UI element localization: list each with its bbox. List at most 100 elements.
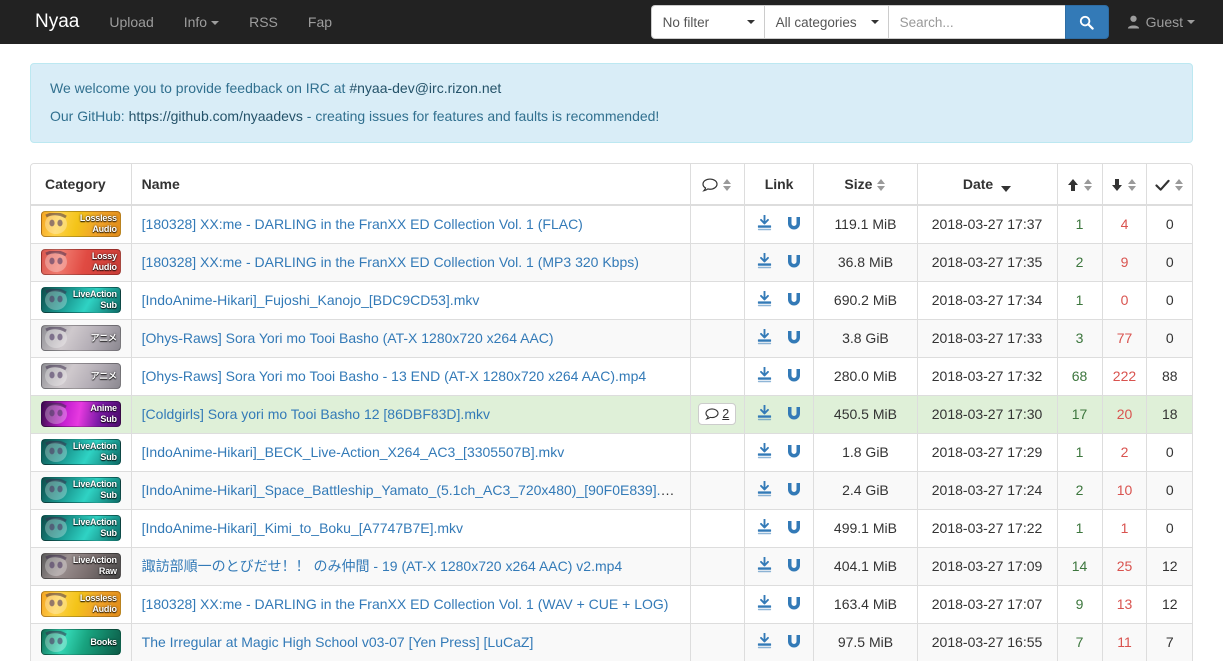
search-input[interactable]: [888, 5, 1065, 39]
cell-completed: 0: [1147, 433, 1192, 471]
download-torrent-link[interactable]: [756, 481, 773, 497]
magnet-link[interactable]: [786, 481, 802, 497]
github-link[interactable]: https://github.com/nyaadevs: [129, 108, 303, 124]
category-liveaction-sub[interactable]: LiveActionSub: [41, 515, 121, 541]
download-torrent-link[interactable]: [756, 519, 773, 535]
category-books[interactable]: Books: [41, 629, 121, 655]
table-row[interactable]: アニメ [Ohys-Raws] Sora Yori mo Tooi Basho (…: [31, 319, 1192, 357]
nav-upload[interactable]: Upload: [94, 0, 168, 44]
nav-fap[interactable]: Fap: [293, 0, 347, 44]
header-date[interactable]: Date: [917, 164, 1057, 205]
torrent-title-link[interactable]: [180328] XX:me - DARLING in the FranXX E…: [142, 254, 639, 270]
torrent-title-link[interactable]: [Coldgirls] Sora yori mo Tooi Basho 12 […: [142, 406, 490, 422]
cell-category[interactable]: アニメ: [31, 319, 131, 357]
search-form: No filter All categories: [651, 5, 1109, 39]
header-completed[interactable]: [1147, 164, 1192, 205]
magnet-link[interactable]: [786, 405, 802, 421]
torrent-title-link[interactable]: [IndoAnime-Hikari]_Fujoshi_Kanojo_[BDC9C…: [142, 292, 480, 308]
download-torrent-link[interactable]: [756, 291, 773, 307]
cell-category[interactable]: LiveActionSub: [31, 281, 131, 319]
irc-link[interactable]: #nyaa-dev@irc.rizon.net: [349, 80, 501, 96]
table-row[interactable]: LiveActionSub [IndoAnime-Hikari]_Kimi_to_…: [31, 509, 1192, 547]
cell-category[interactable]: LiveActionSub: [31, 509, 131, 547]
table-row[interactable]: LiveActionSub [IndoAnime-Hikari]_BECK_Liv…: [31, 433, 1192, 471]
torrent-title-link[interactable]: The Irregular at Magic High School v03-0…: [142, 634, 534, 650]
download-torrent-link[interactable]: [756, 633, 773, 649]
torrent-title-link[interactable]: [IndoAnime-Hikari]_BECK_Live-Action_X264…: [142, 444, 565, 460]
header-seeders[interactable]: [1057, 164, 1102, 205]
header-size[interactable]: Size: [814, 164, 917, 205]
cell-category[interactable]: LossyAudio: [31, 243, 131, 281]
header-name[interactable]: Name: [131, 164, 690, 205]
download-torrent-link[interactable]: [756, 215, 773, 231]
category-liveaction-raw[interactable]: LiveActionRaw: [41, 553, 121, 579]
magnet-icon: [786, 291, 802, 307]
comment-count-badge[interactable]: 2: [698, 403, 736, 425]
magnet-link[interactable]: [786, 519, 802, 535]
cell-category[interactable]: LosslessAudio: [31, 585, 131, 623]
cell-size: 3.8 GiB: [814, 319, 917, 357]
cell-comments: [690, 205, 744, 243]
category-anime-raw[interactable]: アニメ: [41, 363, 121, 389]
magnet-link[interactable]: [786, 253, 802, 269]
download-torrent-link[interactable]: [756, 367, 773, 383]
search-button[interactable]: [1065, 5, 1109, 39]
category-select[interactable]: All categories: [764, 5, 888, 39]
cell-category[interactable]: AnimeSub: [31, 395, 131, 433]
user-menu[interactable]: Guest: [1109, 14, 1223, 30]
torrent-title-link[interactable]: [IndoAnime-Hikari]_Kimi_to_Boku_[A7747B7…: [142, 520, 463, 536]
header-leechers[interactable]: [1102, 164, 1147, 205]
torrent-title-link[interactable]: [IndoAnime-Hikari]_Space_Battleship_Yama…: [142, 482, 687, 498]
torrent-title-link[interactable]: [Ohys-Raws] Sora Yori mo Tooi Basho - 13…: [142, 368, 647, 384]
table-row[interactable]: LiveActionSub [IndoAnime-Hikari]_Fujoshi_…: [31, 281, 1192, 319]
header-comments[interactable]: [690, 164, 744, 205]
download-torrent-link[interactable]: [756, 329, 773, 345]
torrent-title-link[interactable]: [180328] XX:me - DARLING in the FranXX E…: [142, 596, 669, 612]
cell-category[interactable]: LosslessAudio: [31, 205, 131, 243]
category-anime-sub[interactable]: AnimeSub: [41, 401, 121, 427]
header-category[interactable]: Category: [31, 164, 131, 205]
magnet-link[interactable]: [786, 367, 802, 383]
category-anime-raw[interactable]: アニメ: [41, 325, 121, 351]
magnet-link[interactable]: [786, 291, 802, 307]
category-lossy-audio[interactable]: LossyAudio: [41, 249, 121, 275]
link-icon-group: [756, 481, 802, 497]
cell-category[interactable]: Books: [31, 623, 131, 661]
magnet-link[interactable]: [786, 633, 802, 649]
category-liveaction-sub[interactable]: LiveActionSub: [41, 477, 121, 503]
category-liveaction-sub[interactable]: LiveActionSub: [41, 439, 121, 465]
download-torrent-link[interactable]: [756, 595, 773, 611]
table-row[interactable]: LosslessAudio [180328] XX:me - DARLING in…: [31, 585, 1192, 623]
download-torrent-link[interactable]: [756, 557, 773, 573]
download-torrent-link[interactable]: [756, 253, 773, 269]
torrent-title-link[interactable]: 諏訪部順一のとびだせ！！ のみ仲間 - 19 (AT-X 1280x720 x2…: [142, 558, 623, 574]
table-row[interactable]: アニメ [Ohys-Raws] Sora Yori mo Tooi Basho -…: [31, 357, 1192, 395]
category-liveaction-sub[interactable]: LiveActionSub: [41, 287, 121, 313]
torrent-title-link[interactable]: [180328] XX:me - DARLING in the FranXX E…: [142, 216, 583, 232]
torrent-title-link[interactable]: [Ohys-Raws] Sora Yori mo Tooi Basho (AT-…: [142, 330, 554, 346]
table-row[interactable]: AnimeSub [Coldgirls] Sora yori mo Tooi Ba…: [31, 395, 1192, 433]
filter-select[interactable]: No filter: [651, 5, 764, 39]
nav-info[interactable]: Info: [169, 0, 234, 44]
cell-category[interactable]: LiveActionRaw: [31, 547, 131, 585]
cell-category[interactable]: LiveActionSub: [31, 471, 131, 509]
cell-category[interactable]: LiveActionSub: [31, 433, 131, 471]
magnet-link[interactable]: [786, 557, 802, 573]
category-lossless-audio[interactable]: LosslessAudio: [41, 211, 121, 237]
cell-comments: [690, 281, 744, 319]
table-row[interactable]: LiveActionSub [IndoAnime-Hikari]_Space_Ba…: [31, 471, 1192, 509]
table-row[interactable]: LossyAudio [180328] XX:me - DARLING in th…: [31, 243, 1192, 281]
table-row[interactable]: LiveActionRaw 諏訪部順一のとびだせ！！ のみ仲間 - 19 (AT-…: [31, 547, 1192, 585]
magnet-link[interactable]: [786, 215, 802, 231]
magnet-link[interactable]: [786, 595, 802, 611]
table-row[interactable]: Books The Irregular at Magic High School …: [31, 623, 1192, 661]
cell-category[interactable]: アニメ: [31, 357, 131, 395]
brand-logo[interactable]: Nyaa: [0, 0, 94, 44]
download-torrent-link[interactable]: [756, 405, 773, 421]
table-row[interactable]: LosslessAudio [180328] XX:me - DARLING in…: [31, 205, 1192, 243]
magnet-link[interactable]: [786, 329, 802, 345]
nav-rss[interactable]: RSS: [234, 0, 293, 44]
magnet-link[interactable]: [786, 443, 802, 459]
category-lossless-audio[interactable]: LosslessAudio: [41, 591, 121, 617]
download-torrent-link[interactable]: [756, 443, 773, 459]
